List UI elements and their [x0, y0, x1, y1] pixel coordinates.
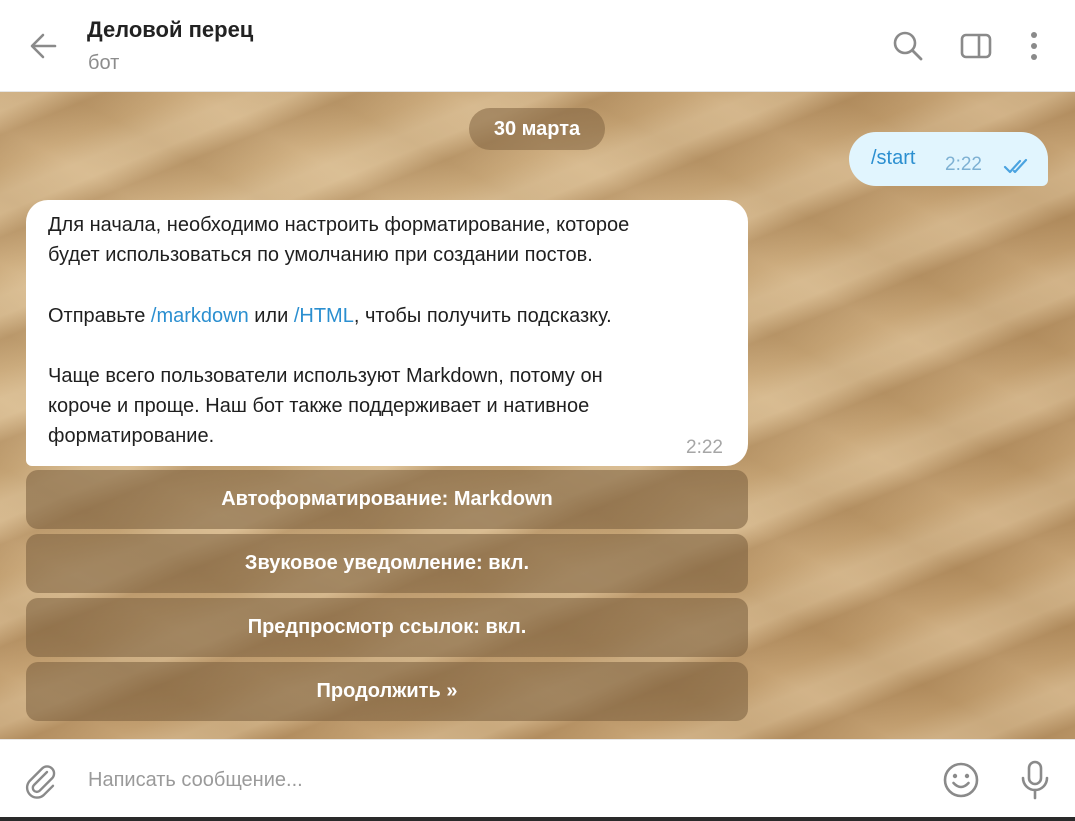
chat-header: Деловой перец бот [0, 0, 1075, 92]
attach-button[interactable] [20, 760, 60, 800]
message-text: Отправьте [48, 305, 151, 327]
message-line: короче и проще. Наш бот также поддержива… [48, 395, 590, 417]
microphone-icon [1021, 760, 1049, 800]
sidebar-panel-icon [960, 33, 992, 59]
message-text: или [248, 305, 294, 327]
double-check-icon [1003, 158, 1028, 174]
continue-button[interactable]: Продолжить » [26, 662, 748, 721]
search-icon [893, 31, 923, 61]
search-button[interactable] [888, 26, 928, 66]
paperclip-icon [25, 765, 56, 799]
outgoing-message-text[interactable]: /start [871, 147, 915, 170]
message-input[interactable] [88, 760, 908, 800]
link-preview-button[interactable]: Предпросмотр ссылок: вкл. [26, 598, 748, 657]
incoming-message[interactable]: Для начала, необходимо настроить формати… [26, 200, 748, 466]
outgoing-message-time: 2:22 [945, 154, 982, 175]
html-command-link[interactable]: /HTML [294, 305, 354, 327]
message-line: Отправьте /markdown или /HTML, чтобы пол… [48, 305, 612, 328]
chat-messages[interactable]: 30 марта /start 2:22 Для начала, необход… [0, 92, 1075, 739]
voice-record-button[interactable] [1014, 758, 1056, 802]
more-vertical-icon [1031, 32, 1037, 60]
incoming-message-time: 2:22 [686, 437, 723, 458]
window-bottom-edge [0, 817, 1075, 821]
arrow-left-icon [30, 33, 57, 59]
message-line: Чаще всего пользователи используют Markd… [48, 365, 603, 387]
outgoing-message[interactable]: /start 2:22 [849, 132, 1048, 186]
date-separator: 30 марта [469, 108, 605, 150]
message-line: форматирование. [48, 425, 215, 447]
message-text: , чтобы получить подсказку. [353, 305, 612, 327]
chat-title[interactable]: Деловой перец [87, 17, 253, 43]
chat-status: бот [88, 52, 120, 74]
message-composer [0, 739, 1075, 817]
toggle-sidebar-button[interactable] [955, 26, 995, 66]
message-line: будет использоваться по умолчанию при со… [48, 244, 593, 266]
markdown-command-link[interactable]: /markdown [151, 305, 249, 327]
smile-icon [943, 762, 979, 798]
sound-notification-button[interactable]: Звуковое уведомление: вкл. [26, 534, 748, 593]
message-line: Для начала, необходимо настроить формати… [48, 214, 630, 236]
emoji-button[interactable] [940, 759, 982, 801]
more-button[interactable] [1014, 26, 1054, 66]
back-button[interactable] [24, 26, 64, 66]
autoformat-button[interactable]: Автоформатирование: Markdown [26, 470, 748, 529]
